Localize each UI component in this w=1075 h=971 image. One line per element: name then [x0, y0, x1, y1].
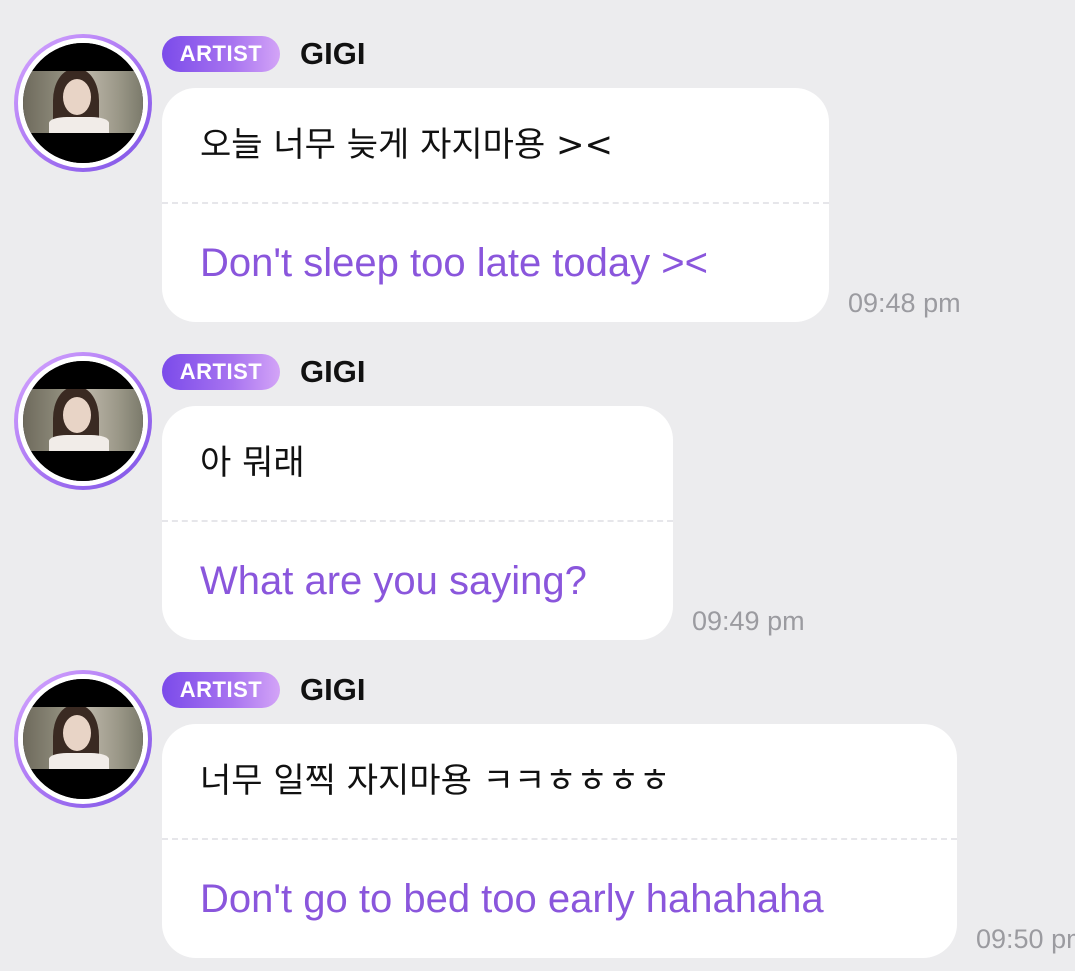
profile-photo-icon [23, 361, 143, 481]
message-bubble[interactable]: 오늘 너무 늦게 자지마용 >< Don't sleep too late to… [162, 88, 829, 322]
translation-text: What are you saying? [200, 559, 587, 603]
message-timestamp: 09:50 pm [976, 924, 1075, 954]
artist-badge: ARTIST [162, 36, 280, 72]
translation-text: Don't sleep too late today >< [200, 241, 708, 285]
message-timestamp: 09:49 pm [692, 606, 805, 636]
message-timestamp: 09:48 pm [848, 288, 961, 318]
original-text: 너무 일찍 자지마용 ㅋㅋㅎㅎㅎㅎ [200, 761, 671, 801]
profile-photo-icon [23, 43, 143, 163]
translation-text: Don't go to bed too early hahahaha [200, 877, 824, 921]
original-text: 오늘 너무 늦게 자지마용 >< [200, 125, 614, 165]
sender-name: GIGI [300, 672, 366, 707]
artist-badge: ARTIST [162, 354, 280, 390]
message-bubble[interactable]: 너무 일찍 자지마용 ㅋㅋㅎㅎㅎㅎ Don't go to bed too ea… [162, 724, 957, 958]
artist-badge: ARTIST [162, 672, 280, 708]
profile-photo-icon [23, 679, 143, 799]
original-text: 아 뭐래 [200, 443, 305, 483]
avatar[interactable] [14, 670, 152, 808]
sender-name: GIGI [300, 354, 366, 389]
sender-name: GIGI [300, 36, 366, 71]
message-bubble[interactable]: 아 뭐래 What are you saying? [162, 406, 673, 640]
avatar[interactable] [14, 352, 152, 490]
avatar[interactable] [14, 34, 152, 172]
